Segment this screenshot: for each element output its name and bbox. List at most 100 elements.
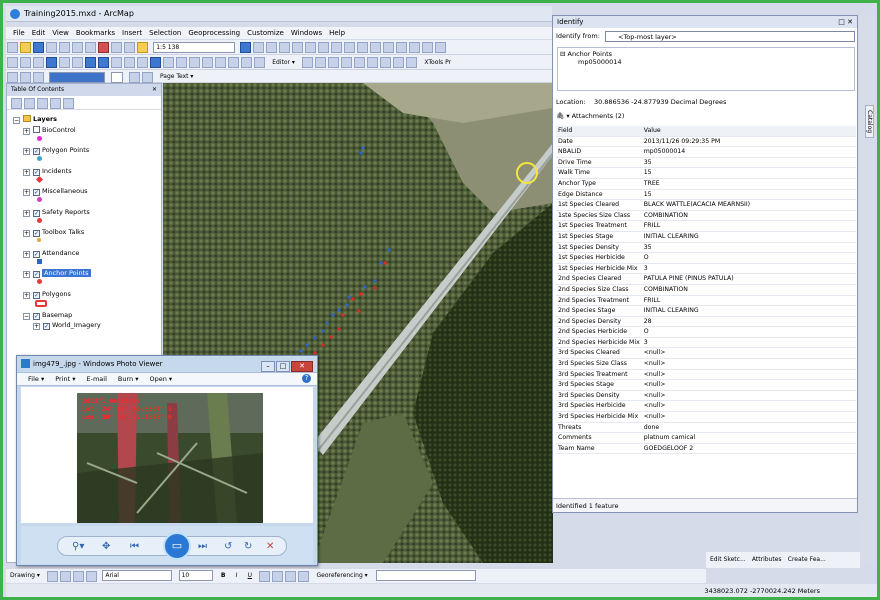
pv-menu-open[interactable]: Open ▾ — [149, 373, 172, 386]
catalog-icon[interactable] — [266, 42, 278, 53]
copy-icon[interactable] — [72, 42, 83, 53]
expand-icon[interactable]: + — [23, 230, 30, 237]
select-elements-icon[interactable] — [137, 57, 148, 68]
actual-size-icon[interactable]: ✥ — [102, 540, 110, 553]
layer-checkbox[interactable] — [33, 313, 40, 320]
table-row[interactable]: 1st Species Stage INITIAL CLEARING — [556, 231, 856, 243]
attendance-point-marker[interactable] — [331, 313, 335, 317]
last-frame-icon[interactable] — [141, 72, 153, 83]
pv-menu-file[interactable]: File ▾ — [28, 373, 44, 386]
layer-combo-arrow[interactable] — [111, 72, 124, 83]
toc-item-incidents[interactable]: + Incidents — [23, 166, 72, 176]
anchor-point-marker[interactable] — [359, 292, 363, 296]
straight-segment-icon[interactable] — [328, 57, 340, 68]
toc-item-basemap[interactable]: − Basemap — [23, 310, 72, 320]
pan-icon[interactable] — [33, 57, 44, 68]
menu-file[interactable]: File — [13, 27, 25, 39]
slideshow-button[interactable]: ▭ — [163, 532, 191, 560]
attendance-point-marker[interactable] — [337, 308, 341, 312]
next-icon[interactable]: ⏭ — [198, 540, 207, 553]
editor-toolbar-icon[interactable] — [240, 42, 252, 53]
layer-checkbox[interactable] — [33, 292, 40, 299]
layer-combo[interactable] — [49, 72, 106, 83]
table-row[interactable]: Edge Distance 15 — [556, 189, 856, 201]
anchor-point-marker[interactable] — [373, 286, 377, 290]
scale-combo[interactable]: 1:5 138 — [153, 42, 236, 53]
identify-from-select[interactable]: <Top-most layer> — [605, 31, 855, 42]
table-row[interactable]: 1st Species Cleared BLACK WATTLE(ACACIA M… — [556, 199, 856, 211]
table-row[interactable]: 3rd Species Herbicide <null> — [556, 400, 856, 413]
table-row[interactable]: 1st Species Treatment FRILL — [556, 220, 856, 232]
table-row[interactable]: 1st Species Herbicide Mix 3 — [556, 263, 856, 275]
toc-item-polygons[interactable]: + Polygons — [23, 289, 71, 299]
attendance-point-marker[interactable] — [347, 295, 351, 299]
layer-checkbox[interactable] — [33, 210, 40, 217]
expand-icon[interactable]: + — [23, 148, 30, 155]
identify-icon[interactable] — [150, 57, 161, 68]
find-icon[interactable] — [202, 57, 213, 68]
expand-icon[interactable]: + — [23, 189, 30, 196]
toc-item-miscellaneous[interactable]: + Miscellaneous — [23, 186, 88, 196]
collapse-icon[interactable]: − — [23, 313, 30, 320]
rectangle-icon[interactable] — [73, 571, 85, 582]
zoom-icon[interactable]: ⚲▾ — [72, 540, 84, 553]
list-by-source-icon[interactable] — [24, 98, 35, 109]
options-icon[interactable] — [63, 98, 74, 109]
back-icon[interactable] — [85, 57, 96, 68]
menu-help[interactable]: Help — [329, 27, 345, 39]
font-color-icon[interactable] — [259, 571, 271, 582]
menu-geoprocessing[interactable]: Geoprocessing — [188, 27, 240, 39]
table-row[interactable]: 2nd Species Herbicide Mix 3 — [556, 337, 856, 349]
anchor-point-marker[interactable] — [341, 313, 345, 317]
grid-icon[interactable] — [396, 42, 408, 53]
toc-item-safety-reports[interactable]: + Safety Reports — [23, 207, 90, 217]
attendance-point-marker[interactable] — [305, 343, 309, 347]
anchor-point-marker[interactable] — [337, 327, 341, 331]
play-icon[interactable] — [128, 72, 140, 83]
table-row[interactable]: 2nd Species Cleared PATULA PINE (PINUS PA… — [556, 273, 856, 285]
table-row[interactable]: 2nd Species Stage INITIAL CLEARING — [556, 305, 856, 317]
expand-icon[interactable]: + — [23, 251, 30, 258]
window-controls[interactable]: □ ✕ — [838, 16, 853, 28]
drawing-menu[interactable]: Drawing ▾ — [10, 569, 40, 583]
open-icon[interactable] — [20, 42, 31, 53]
layer-icon[interactable] — [7, 72, 18, 83]
table-row[interactable]: 2nd Species Size Class COMBINATION — [556, 284, 856, 296]
expand-icon[interactable]: + — [23, 271, 30, 278]
add-data-icon[interactable] — [137, 42, 148, 53]
font-combo[interactable]: Arial — [102, 570, 173, 581]
anchor-point-marker[interactable] — [351, 297, 355, 301]
close-icon[interactable]: ✕ — [152, 84, 157, 96]
menu-windows[interactable]: Windows — [291, 27, 322, 39]
previous-icon[interactable]: ⏮ — [130, 540, 139, 553]
attendance-point-marker[interactable] — [363, 285, 367, 289]
menu-insert[interactable]: Insert — [122, 27, 142, 39]
menu-edit[interactable]: Edit — [32, 27, 46, 39]
first-frame-icon[interactable] — [33, 72, 44, 83]
table-row[interactable]: 1st Species Herbicide O — [556, 252, 856, 264]
layer-checkbox[interactable] — [33, 148, 40, 155]
toc-item-toolbox-talks[interactable]: + Toolbox Talks — [23, 227, 84, 237]
table-row[interactable]: 2nd Species Treatment FRILL — [556, 295, 856, 307]
full-extent-icon[interactable] — [46, 57, 57, 68]
layer-checkbox[interactable] — [33, 271, 40, 278]
anchor-point-marker[interactable] — [321, 343, 325, 347]
attendance-point-marker[interactable] — [321, 329, 325, 333]
toc-item-polygon-points[interactable]: + Polygon Points — [23, 145, 89, 155]
table-row[interactable]: 3rd Species Cleared <null> — [556, 347, 856, 360]
fixed-zoom-in-icon[interactable] — [59, 57, 70, 68]
undo-icon[interactable] — [111, 42, 122, 53]
save-icon[interactable] — [33, 42, 44, 53]
zoom-in-icon[interactable] — [7, 57, 18, 68]
identify-tool-icon[interactable] — [435, 42, 447, 53]
maximize-button[interactable]: □ — [276, 361, 290, 372]
edit-annotation-icon[interactable] — [315, 57, 327, 68]
menu-customize[interactable]: Customize — [247, 27, 284, 39]
expand-icon[interactable]: + — [23, 169, 30, 176]
menu-bookmarks[interactable]: Bookmarks — [76, 27, 115, 39]
edit-vertices-icon[interactable] — [380, 57, 392, 68]
point-icon[interactable] — [367, 57, 379, 68]
list-by-drawing-order-icon[interactable] — [11, 98, 22, 109]
sketch-icon[interactable] — [344, 42, 356, 53]
measure-tool-icon[interactable] — [189, 57, 200, 68]
